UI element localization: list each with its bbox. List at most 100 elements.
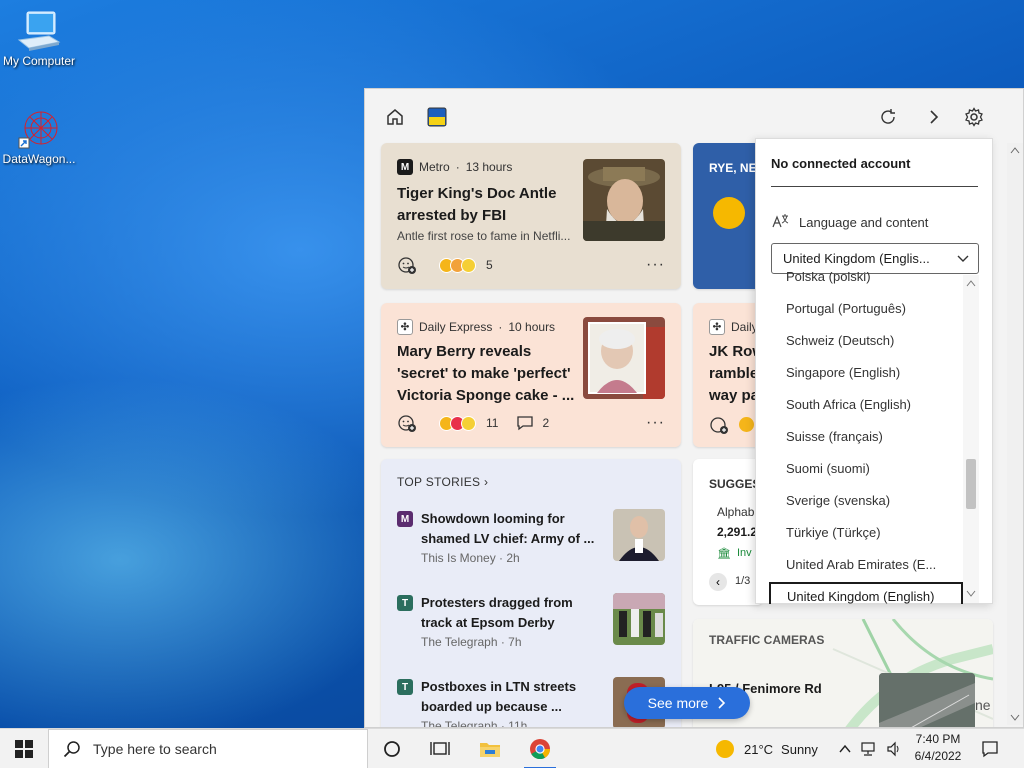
- divider: [771, 186, 978, 187]
- more-options-button[interactable]: ···: [646, 414, 665, 432]
- source-name: Metro: [419, 160, 450, 174]
- region-option[interactable]: Polska (polski): [769, 272, 963, 292]
- see-more-button[interactable]: See more: [624, 687, 750, 719]
- network-icon[interactable]: [860, 741, 878, 757]
- datawagon-icon: [18, 111, 58, 149]
- search-icon: [63, 741, 80, 758]
- account-status: No connected account: [771, 156, 911, 171]
- stock-value: 2,291.2: [717, 525, 758, 539]
- prev-page-button[interactable]: ‹: [709, 573, 727, 591]
- home-button[interactable]: [381, 103, 409, 131]
- traffic-suffix: ne: [975, 697, 991, 713]
- notification-icon: [982, 741, 998, 758]
- article-age: 10 hours: [508, 320, 556, 334]
- sun-icon: [713, 197, 745, 229]
- card-thumbnail: [583, 159, 665, 241]
- weather-tray[interactable]: 21°C Sunny: [716, 729, 818, 768]
- region-option-selected[interactable]: United Kingdom (English): [769, 582, 963, 604]
- start-button[interactable]: [0, 729, 48, 768]
- refresh-button[interactable]: [874, 103, 902, 131]
- chevron-down-icon: [957, 255, 969, 262]
- reaction-emojis: [439, 415, 476, 431]
- region-option[interactable]: South Africa (English): [769, 390, 963, 420]
- weather-card[interactable]: RYE, NE: [693, 143, 763, 289]
- comment-icon[interactable]: [516, 415, 534, 431]
- dropdown-scrollbar[interactable]: [963, 275, 979, 603]
- region-option[interactable]: Schweiz (Deutsch): [769, 326, 963, 356]
- card-headline[interactable]: Tiger King's Doc Antle arrested by FBI: [397, 183, 577, 227]
- daily-express-logo-icon: ✣: [709, 319, 725, 335]
- news-card-mary-berry[interactable]: ✣ Daily Express · 10 hours Mary Berry reve…: [381, 303, 681, 447]
- language-label: Language and content: [799, 214, 929, 230]
- chevron-right-icon: [718, 697, 726, 709]
- region-option[interactable]: Suomi (suomi): [769, 454, 963, 484]
- taskbar-search[interactable]: Type here to search: [48, 729, 368, 768]
- settings-button[interactable]: [960, 103, 988, 131]
- flag-icon: [427, 107, 447, 127]
- more-options-button[interactable]: ···: [646, 256, 665, 274]
- story-title: Postboxes in LTN streets boarded up beca…: [421, 679, 577, 714]
- file-explorer-button[interactable]: [466, 729, 514, 768]
- invest-label: Inv: [736, 547, 752, 559]
- language-section: Language and content: [771, 213, 928, 231]
- story-age: 7h: [508, 635, 522, 649]
- chrome-button[interactable]: [516, 729, 564, 768]
- sun-icon: [716, 740, 734, 758]
- story-source: The Telegraph · 11h: [421, 719, 527, 727]
- story-item[interactable]: T Protesters dragged from track at Epsom…: [397, 593, 665, 657]
- notification-button[interactable]: [968, 729, 1012, 768]
- home-icon: [387, 109, 403, 125]
- cortana-button[interactable]: [368, 729, 416, 768]
- reaction-emojis: [739, 417, 754, 432]
- region-option[interactable]: Sverige (svenska): [769, 486, 963, 516]
- forward-button[interactable]: [920, 103, 948, 131]
- separator-dot: ·: [498, 320, 503, 334]
- card-source: ✣ Daily: [709, 319, 758, 335]
- region-option[interactable]: Portugal (Português): [769, 294, 963, 324]
- panel-scrollbar[interactable]: [1007, 143, 1023, 725]
- news-card-tiger-king[interactable]: M Metro · 13 hours Tiger King's Doc Antle …: [381, 143, 681, 289]
- card-headline[interactable]: Mary Berry reveals 'secret' to make 'per…: [397, 341, 583, 407]
- story-source: This Is Money · 2h: [421, 551, 520, 565]
- region-select[interactable]: United Kingdom (Englis...: [771, 243, 979, 274]
- add-reaction-icon[interactable]: [709, 415, 729, 435]
- desktop-icon-datawagon[interactable]: DataWagon...: [0, 108, 84, 166]
- add-reaction-icon[interactable]: [397, 413, 417, 433]
- chrome-icon: [530, 739, 551, 760]
- this-is-money-logo-icon: M: [397, 511, 413, 527]
- region-dropdown-list: Polska (polski) Portugal (Português) Schwe…: [769, 272, 963, 604]
- add-reaction-icon[interactable]: [397, 255, 417, 275]
- desktop-icon-label: My Computer: [2, 54, 76, 68]
- chevron-up-icon[interactable]: [838, 742, 852, 756]
- language-icon: [772, 214, 789, 228]
- suggested-card[interactable]: SUGGES Alphab 2,291.2 🏛 Inv ‹ 1/3: [693, 459, 763, 605]
- desktop-icon-my-computer[interactable]: My Computer: [0, 10, 84, 68]
- top-stories-label: TOP STORIES: [397, 475, 481, 489]
- gear-icon: [965, 107, 983, 127]
- region-option[interactable]: Suisse (français): [769, 422, 963, 452]
- clock[interactable]: 7:40 PM 6/4/2022: [906, 731, 970, 765]
- card-source: M Metro · 13 hours: [397, 159, 512, 175]
- refresh-icon: [881, 109, 895, 124]
- source-name: Daily Express: [419, 320, 493, 334]
- story-title: Protesters dragged from track at Epsom D…: [421, 595, 573, 630]
- invest-link[interactable]: 🏛 Inv: [717, 547, 752, 560]
- task-view-button[interactable]: [416, 729, 464, 768]
- story-thumbnail: [613, 593, 665, 645]
- card-thumbnail: [583, 317, 665, 399]
- region-option[interactable]: United Arab Emirates (E...: [769, 550, 963, 580]
- story-title: Showdown looming for shamed LV chief: Ar…: [421, 511, 595, 546]
- region-option[interactable]: Türkiye (Türkçe): [769, 518, 963, 548]
- reaction-row: 5 ···: [397, 255, 665, 275]
- clock-date: 6/4/2022: [914, 749, 962, 763]
- volume-icon[interactable]: [886, 741, 902, 757]
- taskbar: Type here to search 21°C Sunny 7:40 PM 6…: [0, 728, 1024, 768]
- region-select-value: United Kingdom (Englis...: [783, 251, 930, 266]
- clock-time: 7:40 PM: [915, 732, 961, 746]
- region-option[interactable]: Singapore (English): [769, 358, 963, 388]
- chevron-right-icon: [930, 110, 939, 124]
- news-card-jk-rowling[interactable]: ✣ Daily JK Row ramble way pa: [693, 303, 763, 447]
- story-item[interactable]: M Showdown looming for shamed LV chief: …: [397, 509, 665, 573]
- top-stories-heading[interactable]: TOP STORIES ›: [397, 475, 488, 489]
- ukraine-flag-button[interactable]: [423, 103, 451, 131]
